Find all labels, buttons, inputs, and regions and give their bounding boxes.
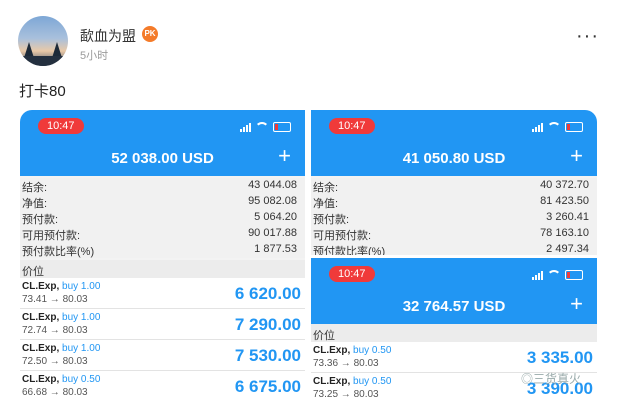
summary-row: 净值: 95 082.08 — [22, 195, 297, 210]
trade-row[interactable]: CL.Exp, buy 0.50 66.68 → 80.03 6 675.00 — [20, 371, 305, 400]
app-header: 10:47 52 038.00 USD + — [20, 110, 305, 176]
signal-icon — [240, 123, 251, 132]
summary-row: 预付款: 3 260.41 — [313, 211, 589, 226]
summary-row: 可用预付款: 78 163.10 — [313, 227, 589, 242]
battery-icon — [565, 122, 583, 132]
account-balance: 32 764.57 USD — [402, 298, 506, 315]
wifi-icon — [547, 122, 561, 132]
trade-row[interactable]: CL.Exp, buy 1.00 73.41 → 80.03 6 620.00 — [20, 278, 305, 309]
account-summary: 结余: 43 044.08 净值: 95 082.08 预付款: 5 064.20 可… — [20, 178, 305, 258]
status-icons — [240, 122, 291, 132]
section-header-price: 价位 — [311, 324, 597, 342]
more-options-icon[interactable]: ··· — [576, 26, 599, 46]
screenshot-right-top[interactable]: 10:47 41 050.80 USD + 结余: 40 372.70 净值: 81… — [311, 110, 597, 255]
app-header: 10:47 32 764.57 USD + — [311, 258, 597, 324]
screenshot-left[interactable]: 10:47 52 038.00 USD + 结余: 43 044.08 净值: 95… — [20, 110, 305, 400]
summary-row: 预付款: 5 064.20 — [22, 211, 297, 226]
trade-row[interactable]: CL.Exp, buy 1.00 72.74 → 80.03 7 290.00 — [20, 309, 305, 340]
trade-row[interactable]: CL.Exp, buy 0.50 73.36 → 80.03 3 335.00 — [311, 342, 597, 373]
add-icon[interactable]: + — [278, 145, 291, 167]
watermark: ◎三货真火 — [521, 372, 582, 386]
post-time: 5小时 — [80, 50, 109, 62]
status-icons — [532, 122, 583, 132]
user-avatar[interactable] — [18, 16, 68, 66]
add-icon[interactable]: + — [570, 293, 583, 315]
app-header: 10:47 41 050.80 USD + — [311, 110, 597, 176]
post-text: 打卡80 — [19, 83, 66, 100]
summary-row: 结余: 40 372.70 — [313, 179, 589, 194]
battery-icon — [565, 270, 583, 280]
status-clock: 10:47 — [329, 266, 375, 282]
section-header-price: 价位 — [20, 260, 305, 278]
pk-badge-icon: PK — [142, 26, 158, 42]
username[interactable]: 歃血为盟 — [80, 26, 136, 46]
status-clock: 10:47 — [329, 118, 375, 134]
account-balance: 41 050.80 USD — [402, 150, 506, 167]
status-icons — [532, 270, 583, 280]
account-balance: 52 038.00 USD — [111, 150, 214, 167]
summary-row: 结余: 43 044.08 — [22, 179, 297, 194]
summary-row: 预付款比率(%) 2 497.34 — [313, 243, 589, 255]
signal-icon — [532, 123, 543, 132]
summary-row: 净值: 81 423.50 — [313, 195, 589, 210]
wifi-icon — [547, 270, 561, 280]
wifi-icon — [255, 122, 269, 132]
status-clock: 10:47 — [38, 118, 84, 134]
signal-icon — [532, 271, 543, 280]
battery-icon — [273, 122, 291, 132]
add-icon[interactable]: + — [570, 145, 583, 167]
trade-row[interactable]: CL.Exp, buy 1.00 72.50 → 80.03 7 530.00 — [20, 340, 305, 371]
account-summary: 结余: 40 372.70 净值: 81 423.50 预付款: 3 260.41 可… — [311, 178, 597, 255]
summary-row: 预付款比率(%) 1 877.53 — [22, 243, 297, 258]
summary-row: 可用预付款: 90 017.88 — [22, 227, 297, 242]
